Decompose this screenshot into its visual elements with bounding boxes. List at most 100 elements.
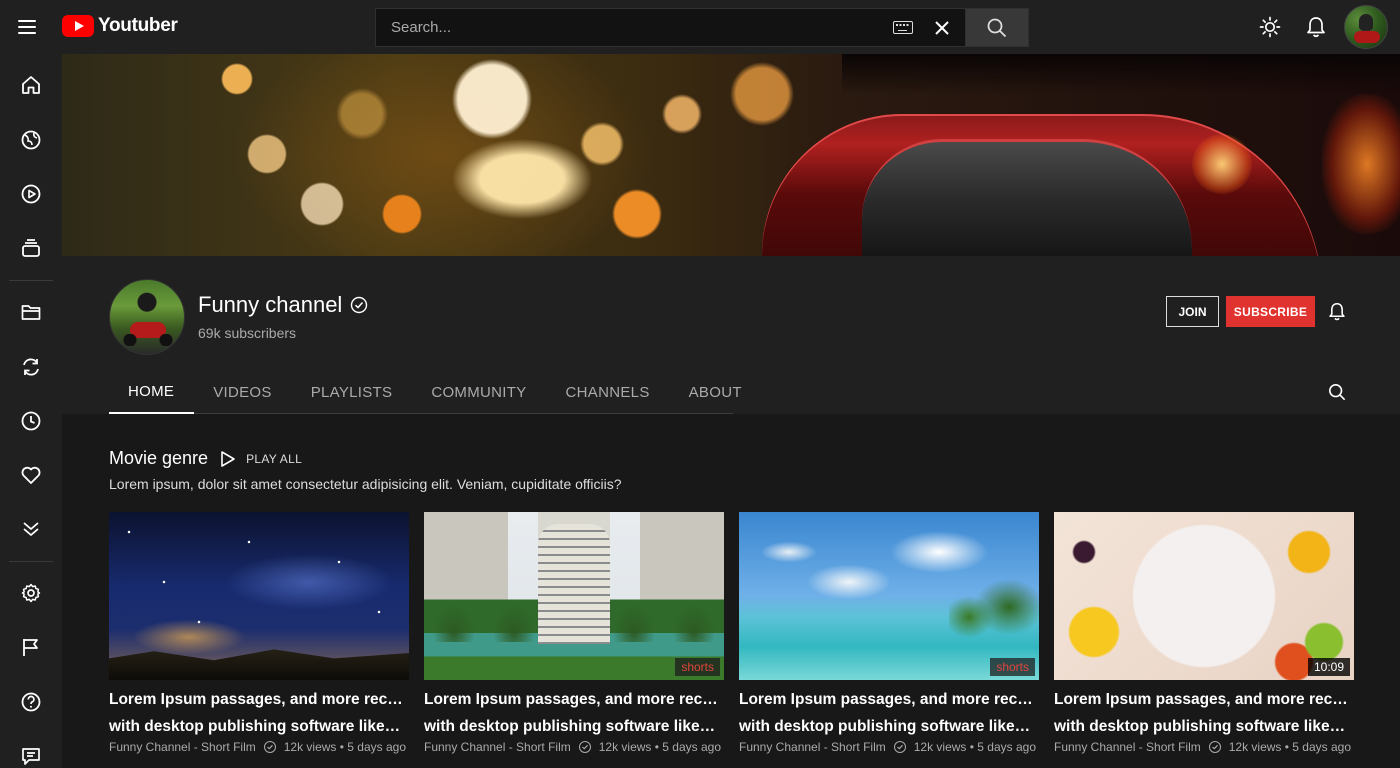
top-right-actions — [1252, 0, 1400, 54]
video-title[interactable]: Lorem Ipsum passages, and more recently … — [739, 686, 1039, 740]
search-button[interactable] — [965, 8, 1029, 47]
sidebar-item-liked[interactable] — [14, 458, 48, 492]
sidebar-item-folder[interactable] — [14, 295, 48, 329]
video-channel[interactable]: Funny Channel - Short Film — [424, 740, 571, 754]
feedback-icon — [22, 748, 40, 765]
user-avatar[interactable] — [1344, 5, 1388, 49]
logo[interactable]: Youtuber — [62, 15, 178, 37]
play-all-label: PLAY ALL — [246, 451, 303, 466]
video-title[interactable]: Lorem Ipsum passages, and more recently … — [1054, 686, 1354, 740]
video-title-line: Lorem Ipsum passages, and more recently — [424, 691, 724, 708]
verified-icon — [263, 741, 276, 753]
video-card[interactable]: shorts Lorem Ipsum passages, and more re… — [109, 512, 409, 768]
video-thumbnail[interactable]: shorts — [739, 512, 1039, 680]
verified-icon — [351, 296, 368, 314]
sidebar-item-videos[interactable] — [14, 177, 48, 211]
settings-icon — [21, 583, 41, 603]
sidebar-divider — [9, 280, 53, 281]
sidebar-item-library[interactable] — [14, 231, 48, 265]
channel-header: Funny channel 69k subscribers JOIN SUBSC… — [62, 256, 1400, 414]
top-bar: Youtuber — [0, 0, 1400, 54]
video-title-line: with desktop publishing software like… — [424, 718, 716, 735]
sidebar-item-show-more[interactable] — [14, 512, 48, 546]
sidebar-item-feedback[interactable] — [14, 739, 48, 768]
video-card[interactable]: 10:09 Lorem Ipsum passages, and more rec… — [1054, 512, 1354, 768]
sidebar — [0, 54, 62, 768]
history-icon — [21, 411, 41, 431]
video-channel[interactable]: Funny Channel - Short Film — [739, 740, 886, 754]
video-stats: 12k views • 5 days ago — [598, 740, 722, 754]
home-icon — [22, 76, 40, 94]
verified-icon — [1208, 741, 1221, 753]
shorts-badge: shorts — [675, 658, 720, 676]
video-title[interactable]: Lorem Ipsum passages, and more recently … — [109, 686, 409, 740]
channel-search-icon[interactable] — [1325, 380, 1349, 404]
duration-badge: 10:09 — [1307, 658, 1350, 676]
tab-community[interactable]: COMMUNITY — [412, 370, 546, 414]
subscriber-count: 69k subscribers — [198, 325, 297, 341]
video-card[interactable]: shorts Lorem Ipsum passages, and more re… — [739, 512, 1039, 768]
sidebar-item-help[interactable] — [14, 685, 48, 719]
menu-icon[interactable] — [18, 15, 44, 39]
sidebar-item-report[interactable] — [14, 630, 48, 664]
video-meta: Funny Channel - Short Film 12k views • 5… — [424, 740, 724, 754]
video-title-line: with desktop publishing software like… — [1054, 718, 1346, 735]
play-all-button[interactable]: PLAY ALL — [220, 450, 302, 468]
video-title[interactable]: Lorem Ipsum passages, and more recently … — [424, 686, 724, 740]
video-meta: Funny Channel - Short Film 12k views • 5… — [1054, 740, 1354, 754]
tab-about[interactable]: ABOUT — [669, 370, 761, 414]
video-meta: Funny Channel - Short Film 12k views • 5… — [109, 740, 409, 754]
library-icon — [22, 239, 40, 257]
section-title: Movie genre — [109, 448, 209, 468]
sidebar-item-subscriptions[interactable] — [14, 350, 48, 384]
sidebar-item-explore[interactable] — [14, 123, 48, 157]
video-thumbnail[interactable]: shorts — [109, 512, 409, 680]
sidebar-item-settings[interactable] — [14, 576, 48, 610]
video-thumbnail[interactable]: shorts — [424, 512, 724, 680]
verified-icon — [893, 741, 906, 753]
join-button[interactable]: JOIN — [1166, 296, 1219, 327]
channel-name: Funny channel — [198, 292, 343, 317]
shorts-badge: shorts — [990, 658, 1035, 676]
tab-home[interactable]: HOME — [109, 370, 194, 414]
theme-toggle-icon[interactable] — [1252, 9, 1288, 45]
show-more-icon — [23, 522, 39, 536]
subscribe-button[interactable]: SUBSCRIBE — [1226, 296, 1315, 327]
search-input[interactable] — [391, 19, 893, 36]
video-title-line: Lorem Ipsum passages, and more recently — [1054, 691, 1354, 708]
video-card[interactable]: shorts Lorem Ipsum passages, and more re… — [424, 512, 724, 768]
verified-icon — [578, 741, 591, 753]
video-meta: Funny Channel - Short Film 12k views • 5… — [739, 740, 1039, 754]
video-channel[interactable]: Funny Channel - Short Film — [109, 740, 256, 754]
sync-icon — [23, 358, 39, 376]
play-outline-icon — [221, 450, 235, 467]
heart-icon — [21, 466, 41, 484]
play-icon — [21, 184, 41, 204]
sidebar-item-home[interactable] — [14, 68, 48, 102]
video-thumbnail[interactable]: 10:09 — [1054, 512, 1354, 680]
channel-bell-icon[interactable] — [1325, 299, 1349, 323]
folder-icon — [21, 305, 41, 320]
search-icon — [987, 18, 1007, 37]
tab-channels[interactable]: CHANNELS — [546, 370, 669, 414]
clear-search-icon[interactable] — [927, 13, 957, 43]
channel-avatar[interactable] — [109, 279, 185, 355]
keyboard-icon[interactable] — [893, 21, 913, 34]
channel-tabs: HOME VIDEOS PLAYLISTS COMMUNITY CHANNELS… — [109, 370, 742, 414]
search-box — [375, 8, 965, 47]
video-channel[interactable]: Funny Channel - Short Film — [1054, 740, 1201, 754]
sidebar-item-history[interactable] — [14, 404, 48, 438]
tab-playlists[interactable]: PLAYLISTS — [291, 370, 412, 414]
shorts-badge: shorts — [360, 658, 405, 676]
video-title-line: with desktop publishing software like… — [109, 718, 401, 735]
sidebar-divider — [9, 561, 53, 562]
video-title-line: with desktop publishing software like… — [739, 718, 1031, 735]
search-bar — [375, 8, 1029, 47]
help-icon — [21, 692, 41, 712]
tab-videos[interactable]: VIDEOS — [194, 370, 291, 414]
channel-name-row: Funny channel — [198, 292, 368, 318]
logo-play-icon — [62, 15, 94, 37]
logo-text: Youtuber — [98, 15, 178, 36]
video-title-line: Lorem Ipsum passages, and more recently — [739, 691, 1039, 708]
notifications-icon[interactable] — [1298, 9, 1334, 45]
